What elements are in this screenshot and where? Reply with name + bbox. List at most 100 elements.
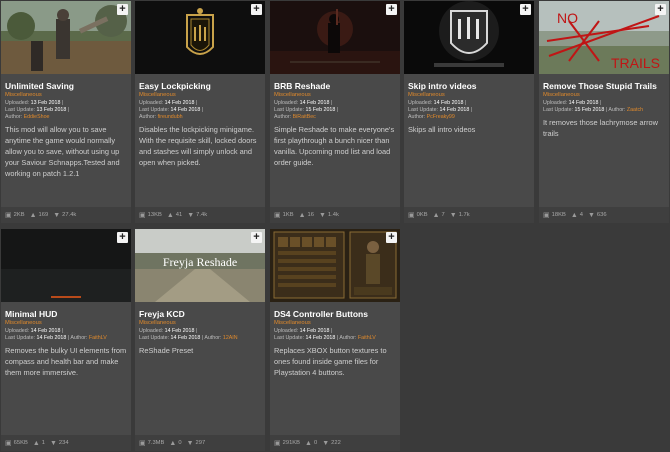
mod-card[interactable]: + Minimal HUD Miscellaneous Uploaded: 14… [1,229,131,451]
file-size: 1KB [282,212,294,218]
author-link[interactable]: EddieShoe [24,114,50,120]
database-icon: ▣ [543,212,550,219]
download-icon: ▼ [449,211,457,219]
mod-category[interactable]: Miscellaneous [408,92,445,98]
add-to-collection-button[interactable]: + [117,232,128,243]
author-line: Author: EddieShoe [5,114,50,120]
file-size: 2KB [13,212,25,218]
author-link[interactable]: fireundubh [158,114,183,120]
mod-category[interactable]: Miscellaneous [139,92,176,98]
mod-category[interactable]: Miscellaneous [274,320,311,326]
database-icon: ▣ [274,440,281,447]
mod-card[interactable]: + Easy Lockpicking Miscellaneous Uploade… [135,1,265,223]
download-icon: ▼ [587,211,595,219]
uploaded-line: Uploaded: 14 Feb 2018 | [139,328,198,334]
last-update-line: Last Update: 14 Feb 2018 | [139,107,204,113]
thumb-text-trails: TRAILS [611,55,660,71]
thumbs-up-icon: ▲ [305,439,312,447]
mod-title[interactable]: Easy Lockpicking [139,81,263,91]
mod-title[interactable]: Unlimited Saving [5,81,129,91]
file-size: 0KB [416,212,428,218]
mod-thumbnail[interactable] [1,229,131,302]
download-icon: ▼ [322,439,330,447]
mod-thumbnail[interactable] [135,1,265,74]
thumbs-up-icon: ▲ [298,211,306,219]
mod-title[interactable]: Minimal HUD [5,309,129,319]
mod-title[interactable]: Freyja KCD [139,309,263,319]
mod-thumbnail[interactable]: NO TRAILS [539,1,669,74]
download-count: 1.7k [458,212,470,218]
mod-card[interactable]: + Unlimited Saving Miscellaneous Uploade… [1,1,131,223]
mod-card[interactable]: Freyja Reshade + Freyja KCD Miscellaneou… [135,229,265,451]
mod-card[interactable]: + DS4 Controller Buttons Miscellaneous U… [270,229,400,451]
thumbs-up-icon: ▲ [432,211,440,219]
mod-title[interactable]: Remove Those Stupid Trails [543,81,667,91]
author-link[interactable]: Zaatch [627,107,643,113]
add-to-collection-button[interactable]: + [655,4,666,15]
thumbs-up-icon: ▲ [29,211,37,219]
author-link[interactable]: BiRaitBec [293,114,316,120]
endorsement-count: 169 [38,212,49,218]
thumbs-up-icon: ▲ [32,439,40,447]
database-icon: ▣ [5,212,12,219]
author-link[interactable]: FaithLV [358,335,376,341]
mod-description: Disables the lockpicking minigame. With … [139,125,257,167]
thumb-text-no: NO [557,10,578,26]
download-count: 1.4k [327,212,339,218]
mod-card[interactable]: NO TRAILS + Remove Those Stupid Trails M… [539,1,669,223]
uploaded-line: Uploaded: 14 Feb 2018 | [274,100,333,106]
download-icon: ▼ [186,439,194,447]
mod-title[interactable]: Skip intro videos [408,81,532,91]
mod-category[interactable]: Miscellaneous [274,92,311,98]
database-icon: ▣ [139,212,146,219]
add-to-collection-button[interactable]: + [251,4,262,15]
mod-description: Simple Reshade to make everyone's first … [274,125,395,167]
mod-thumbnail[interactable] [270,229,400,302]
author-link[interactable]: PcFreaky99 [427,114,455,120]
add-to-collection-button[interactable]: + [386,4,397,15]
mod-stats: ▣ 291KB ▲ 0 ▼ 222 [270,435,400,451]
mod-thumbnail[interactable]: Freyja Reshade [135,229,265,302]
database-icon: ▣ [5,440,12,447]
mod-description: It removes those lachrymose arrow trails [543,118,659,138]
last-update-line: Last Update: 15 Feb 2018 | Author: Zaatc… [543,107,644,113]
mod-thumbnail[interactable] [1,1,131,74]
mod-category[interactable]: Miscellaneous [5,320,42,326]
file-size: 291KB [282,440,301,446]
database-icon: ▣ [408,212,415,219]
download-icon: ▼ [53,211,61,219]
mod-thumbnail[interactable] [270,1,400,74]
mod-title[interactable]: DS4 Controller Buttons [274,309,398,319]
mod-stats: ▣ 1KB ▲ 16 ▼ 1.4k [270,207,400,223]
mod-card[interactable]: + BRB Reshade Miscellaneous Uploaded: 14… [270,1,400,223]
uploaded-line: Uploaded: 14 Feb 2018 | [274,328,333,334]
add-to-collection-button[interactable]: + [251,232,262,243]
author-line: Author: BiRaitBec [274,114,316,120]
add-to-collection-button[interactable]: + [386,232,397,243]
mod-category[interactable]: Miscellaneous [139,320,176,326]
endorsement-count: 0 [178,440,182,446]
thumbs-up-icon: ▲ [166,211,174,219]
uploaded-line: Uploaded: 14 Feb 2018 | [5,328,64,334]
mod-category[interactable]: Miscellaneous [5,92,42,98]
mod-stats: ▣ 7.3MB ▲ 0 ▼ 297 [135,435,265,451]
mod-category[interactable]: Miscellaneous [543,92,580,98]
uploaded-line: Uploaded: 14 Feb 2018 | [408,100,467,106]
mod-thumbnail[interactable] [404,1,534,74]
author-link[interactable]: FaithLV [89,335,107,341]
add-to-collection-button[interactable]: + [117,4,128,15]
mod-stats: ▣ 65KB ▲ 1 ▼ 234 [1,435,131,451]
endorsement-count: 0 [313,440,318,446]
mod-title[interactable]: BRB Reshade [274,81,398,91]
endorsement-count: 7 [441,212,445,218]
add-to-collection-button[interactable]: + [520,4,531,15]
mod-stats: ▣ 2KB ▲ 169 ▼ 27.4k [1,207,131,223]
author-link[interactable]: 12AIN [223,335,238,341]
uploaded-line: Uploaded: 13 Feb 2018 | [5,100,64,106]
mod-card[interactable]: + Skip intro videos Miscellaneous Upload… [404,1,534,223]
thumbs-up-icon: ▲ [169,439,177,447]
file-size: 7.3MB [147,440,165,446]
download-icon: ▼ [187,211,195,219]
thumbs-up-icon: ▲ [570,211,578,219]
last-update-line: Last Update: 15 Feb 2018 | [274,107,339,113]
